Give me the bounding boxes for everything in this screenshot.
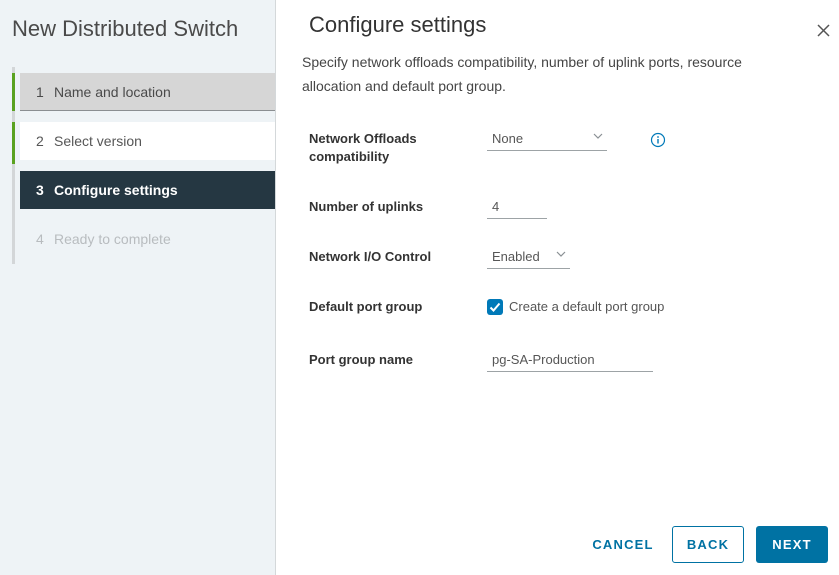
step-configure-settings[interactable]: 3 Configure settings bbox=[20, 171, 275, 209]
network-offloads-label-line2: compatibility bbox=[309, 149, 390, 164]
step-number: 3 bbox=[36, 182, 44, 198]
wizard-sidebar: New Distributed Switch 1 Name and locati… bbox=[0, 0, 276, 575]
cancel-button[interactable]: CANCEL bbox=[586, 526, 660, 563]
step-number: 2 bbox=[36, 133, 44, 149]
wizard-title: New Distributed Switch bbox=[12, 16, 239, 41]
back-button[interactable]: BACK bbox=[672, 526, 744, 563]
network-offloads-value: None bbox=[492, 131, 524, 146]
step-label: Ready to complete bbox=[54, 231, 171, 247]
step-label: Select version bbox=[54, 133, 142, 149]
chevron-down-icon bbox=[593, 133, 603, 139]
network-offloads-label: Network Offloads compatibility bbox=[309, 130, 417, 166]
wizard-steps: 1 Name and location 2 Select version 3 C… bbox=[12, 67, 276, 265]
nioc-value: Enabled bbox=[492, 249, 540, 264]
network-offloads-select[interactable]: None bbox=[487, 129, 607, 151]
step-label: Configure settings bbox=[54, 182, 178, 198]
step-2-progress-bar bbox=[12, 122, 15, 164]
network-offloads-label-line1: Network Offloads bbox=[309, 131, 417, 146]
uplinks-label: Number of uplinks bbox=[309, 199, 424, 214]
default-port-group-checkbox[interactable] bbox=[487, 299, 503, 315]
default-port-group-label: Default port group bbox=[309, 299, 423, 314]
step-select-version[interactable]: 2 Select version bbox=[20, 122, 275, 160]
uplinks-input[interactable]: 4 bbox=[487, 197, 547, 219]
port-group-name-label: Port group name bbox=[309, 352, 414, 367]
close-icon[interactable] bbox=[814, 20, 836, 42]
step-ready-to-complete: 4 Ready to complete bbox=[20, 220, 275, 258]
step-number: 1 bbox=[36, 83, 44, 100]
checkmark-icon bbox=[489, 302, 501, 312]
step-number: 4 bbox=[36, 231, 44, 247]
next-button[interactable]: NEXT bbox=[756, 526, 828, 563]
step-label: Name and location bbox=[54, 83, 171, 100]
step-name-and-location[interactable]: 1 Name and location bbox=[20, 73, 275, 111]
nioc-select[interactable]: Enabled bbox=[487, 247, 570, 269]
chevron-down-icon bbox=[556, 251, 566, 257]
step-1-progress-bar bbox=[12, 73, 15, 111]
default-port-group-checkbox-label[interactable]: Create a default port group bbox=[509, 299, 664, 315]
nioc-label: Network I/O Control bbox=[309, 249, 432, 264]
port-group-name-input[interactable]: pg-SA-Production bbox=[487, 350, 653, 372]
page-title: Configure settings bbox=[309, 12, 487, 37]
page-description: Specify network offloads compatibility, … bbox=[302, 54, 742, 94]
info-icon[interactable] bbox=[650, 132, 666, 148]
